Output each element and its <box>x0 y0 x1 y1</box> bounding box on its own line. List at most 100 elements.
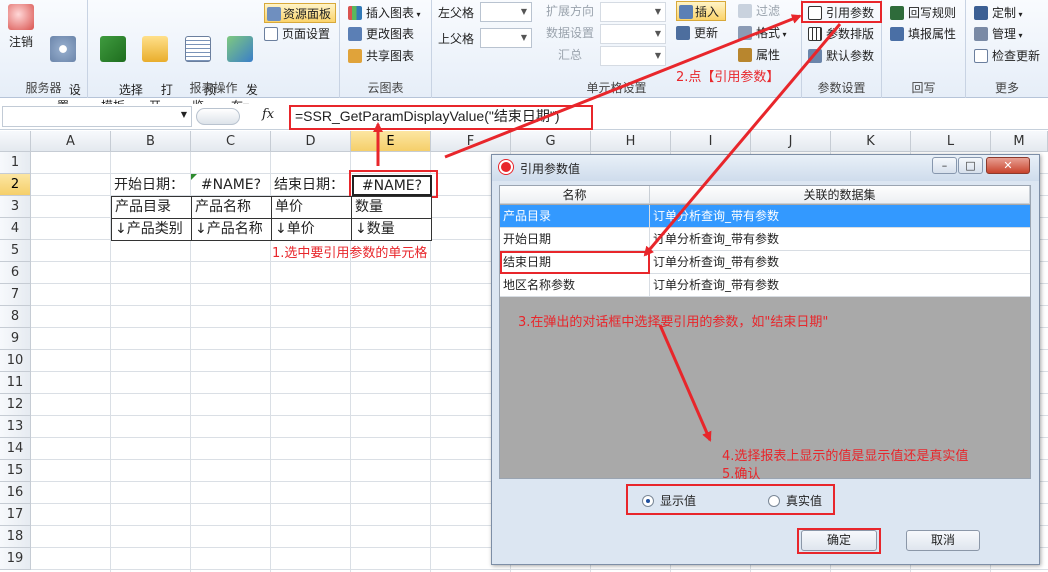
format-button[interactable]: 格式 ▾ <box>738 23 787 43</box>
group-label-param: 参数设置 <box>817 81 866 95</box>
table-header-cell[interactable]: 数量 <box>351 196 432 219</box>
minimize-button[interactable]: – <box>932 157 957 174</box>
column-header-i[interactable]: I <box>671 131 751 152</box>
column-header-a[interactable]: A <box>31 131 111 152</box>
param-dataset: 订单分析查询_带有参数 <box>653 278 780 292</box>
logout-button[interactable]: 注销 <box>4 4 38 50</box>
close-button[interactable]: ✕ <box>986 157 1030 174</box>
column-header-g[interactable]: G <box>511 131 591 152</box>
param-dataset: 订单分析查询_带有参数 <box>653 255 780 269</box>
left-parent-combo[interactable]: ▼ <box>480 2 532 22</box>
param-row[interactable]: 地区名称参数 订单分析查询_带有参数 <box>500 274 1030 297</box>
row-header-5[interactable]: 5 <box>0 240 31 262</box>
select-all-corner[interactable] <box>0 131 31 152</box>
row-header-3[interactable]: 3 <box>0 196 31 218</box>
column-header-b[interactable]: B <box>111 131 191 152</box>
formula-slider[interactable] <box>196 108 240 125</box>
row-header-15[interactable]: 15 <box>0 460 31 482</box>
selected-cell-highlight-box <box>349 170 438 198</box>
resource-panel-button[interactable]: 资源面板 <box>264 3 336 23</box>
top-parent-combo[interactable]: ▼ <box>480 28 532 48</box>
table-field-cell[interactable]: ↓产品类别 <box>111 218 192 241</box>
writeback-rule-button[interactable]: 回写规则 <box>890 3 956 23</box>
chevron-down-icon: ▼ <box>654 51 662 60</box>
column-header-c[interactable]: C <box>191 131 271 152</box>
custom-icon <box>974 6 988 20</box>
app-logo-icon <box>499 160 513 174</box>
row-header-11[interactable]: 11 <box>0 372 31 394</box>
row-header-17[interactable]: 17 <box>0 504 31 526</box>
row-header-13[interactable]: 13 <box>0 416 31 438</box>
data-setting-combo[interactable]: ▼ <box>600 24 666 44</box>
manage-button[interactable]: 管理 ▾ <box>974 24 1023 44</box>
check-update-icon <box>974 49 988 63</box>
update-icon <box>676 26 690 40</box>
param-name: 开始日期 <box>500 228 650 251</box>
column-header-d[interactable]: D <box>271 131 351 152</box>
gear-icon <box>50 36 76 62</box>
annotation-step3: 3.在弹出的对话框中选择要引用的参数，如"结束日期" <box>518 315 829 330</box>
param-dataset: 订单分析查询_带有参数 <box>653 209 780 223</box>
table-header-cell[interactable]: 产品名称 <box>191 196 272 219</box>
col-header-name[interactable]: 名称 <box>500 186 650 204</box>
start-date-label-cell[interactable]: 开始日期： <box>111 174 191 196</box>
group-more: 定制 ▾ 管理 ▾ 检查更新 更多 <box>966 0 1048 98</box>
insert-chart-button[interactable]: 插入图表 ▾ <box>348 3 421 23</box>
table-header-cell[interactable]: 产品目录 <box>111 196 192 219</box>
fx-icon[interactable]: fx <box>262 107 274 122</box>
table-field-cell[interactable]: ↓单价 <box>271 218 352 241</box>
fill-icon <box>890 27 904 41</box>
update-button[interactable]: 更新 <box>676 23 718 43</box>
row-header-12[interactable]: 12 <box>0 394 31 416</box>
page-setup-button[interactable]: 页面设置 <box>264 24 330 44</box>
row-header-8[interactable]: 8 <box>0 306 31 328</box>
fill-property-button[interactable]: 填报属性 <box>890 24 956 44</box>
param-row[interactable]: 开始日期 订单分析查询_带有参数 <box>500 228 1030 251</box>
row-header-6[interactable]: 6 <box>0 262 31 284</box>
document-icon <box>185 36 211 62</box>
param-row[interactable]: 产品目录 订单分析查询_带有参数 <box>500 205 1030 228</box>
row-header-10[interactable]: 10 <box>0 350 31 372</box>
default-param-button[interactable]: 默认参数 <box>808 46 874 66</box>
name-box[interactable]: ▼ <box>2 106 192 127</box>
annotation-step5: 5.确认 <box>722 467 761 482</box>
property-button[interactable]: 属性 <box>738 45 780 65</box>
insert-icon <box>679 5 693 19</box>
insert-button[interactable]: 插入 <box>676 1 726 21</box>
row-header-9[interactable]: 9 <box>0 328 31 350</box>
cancel-button[interactable]: 取消 <box>906 530 980 551</box>
grid-hline <box>31 569 1048 570</box>
change-chart-button[interactable]: 更改图表 <box>348 24 414 44</box>
check-update-button[interactable]: 检查更新 <box>974 46 1040 66</box>
row-header-14[interactable]: 14 <box>0 438 31 460</box>
row-header-2[interactable]: 2 <box>0 174 31 196</box>
column-header-f[interactable]: F <box>431 131 511 152</box>
table-field-cell[interactable]: ↓产品名称 <box>191 218 272 241</box>
row-header-4[interactable]: 4 <box>0 218 31 240</box>
column-header-h[interactable]: H <box>591 131 671 152</box>
table-header-cell[interactable]: 单价 <box>271 196 352 219</box>
maximize-button[interactable]: □ <box>958 157 983 174</box>
param-layout-button[interactable]: 参数排版 <box>808 24 874 44</box>
row-header-16[interactable]: 16 <box>0 482 31 504</box>
column-header-k[interactable]: K <box>831 131 911 152</box>
end-date-label-cell[interactable]: 结束日期： <box>271 174 351 196</box>
start-date-value-cell[interactable]: #NAME? <box>191 174 271 196</box>
filter-button[interactable]: 过滤 <box>738 1 780 21</box>
summary-combo[interactable]: ▼ <box>600 46 666 66</box>
row-header-7[interactable]: 7 <box>0 284 31 306</box>
column-header-e[interactable]: E <box>351 131 431 152</box>
formula-highlight-box <box>289 105 593 130</box>
share-chart-button[interactable]: 共享图表 <box>348 46 414 66</box>
column-header-j[interactable]: J <box>751 131 831 152</box>
formula-bar: ▼ fx =SSR_GetParamDisplayValue("结束日期") <box>0 104 1048 130</box>
custom-button[interactable]: 定制 ▾ <box>974 3 1023 23</box>
expand-direction-combo[interactable]: ▼ <box>600 2 666 22</box>
table-field-cell[interactable]: ↓数量 <box>351 218 432 241</box>
row-header-19[interactable]: 19 <box>0 548 31 570</box>
column-header-l[interactable]: L <box>911 131 991 152</box>
row-header-1[interactable]: 1 <box>0 152 31 174</box>
col-header-dataset[interactable]: 关联的数据集 <box>650 186 1030 204</box>
column-header-m[interactable]: M <box>991 131 1048 152</box>
row-header-18[interactable]: 18 <box>0 526 31 548</box>
